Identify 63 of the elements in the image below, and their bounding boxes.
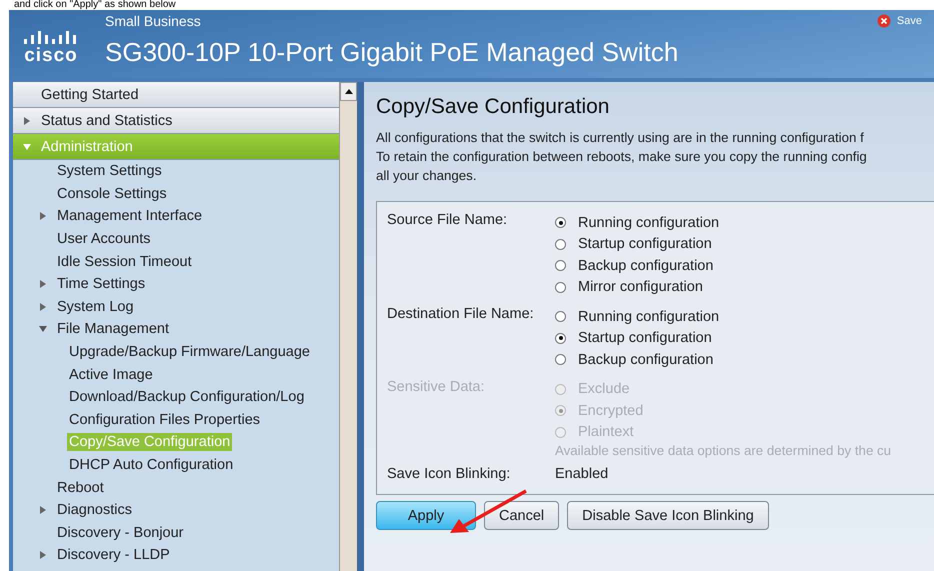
menu-item[interactable]: Upgrade/Backup Firmware/Language bbox=[67, 343, 312, 362]
radio-button[interactable] bbox=[555, 354, 566, 366]
radio-label: Backup configuration bbox=[578, 258, 714, 274]
field-label: Source File Name: bbox=[387, 212, 508, 230]
cisco-bars-icon bbox=[23, 30, 79, 46]
radio-button[interactable] bbox=[555, 260, 566, 272]
menu-item[interactable]: Download/Backup Configuration/Log bbox=[67, 388, 306, 406]
radio-button[interactable] bbox=[555, 217, 566, 228]
caret-right-icon[interactable] bbox=[39, 551, 47, 560]
caret-right-icon[interactable] bbox=[23, 116, 31, 124]
menu-item[interactable]: Console Settings bbox=[55, 184, 169, 203]
scrollbar[interactable] bbox=[339, 82, 357, 571]
radio-label: Running configuration bbox=[578, 308, 720, 325]
field-value: Enabled bbox=[555, 466, 608, 482]
radio-label: Startup configuration bbox=[578, 330, 712, 346]
menu-item[interactable]: Time Settings bbox=[55, 275, 148, 294]
caret-right-icon[interactable] bbox=[39, 302, 47, 311]
field-label: Save Icon Blinking: bbox=[387, 466, 512, 482]
radio-label: Backup configuration bbox=[578, 352, 714, 368]
menu-item[interactable]: Configuration Files Properties bbox=[67, 410, 262, 429]
hint-text: Available sensitive data options are determined by the cu bbox=[555, 443, 892, 458]
product-line: Small Business bbox=[105, 12, 202, 30]
caret-right-icon[interactable] bbox=[39, 212, 47, 220]
caret-right-icon[interactable] bbox=[39, 280, 47, 288]
page-title: Copy/Save Configuration bbox=[376, 94, 610, 120]
caret-right-icon[interactable] bbox=[39, 506, 47, 514]
description-line: All configurations that the switch is currently using are in the running configuration f bbox=[376, 129, 865, 147]
document-caption: and click on "Apply" as shown below bbox=[13, 0, 177, 10]
menu-item[interactable]: System Log bbox=[55, 298, 136, 316]
field-label: Sensitive Data: bbox=[387, 378, 486, 396]
radio-label: Exclude bbox=[578, 381, 630, 398]
menu-item[interactable]: Reboot bbox=[55, 478, 106, 497]
radio-button[interactable] bbox=[555, 311, 566, 322]
menu-item[interactable]: System Settings bbox=[55, 162, 164, 180]
menu-item[interactable]: Active Image bbox=[67, 366, 155, 384]
field-label: Destination File Name: bbox=[387, 306, 535, 324]
radio-button[interactable] bbox=[555, 282, 566, 293]
description-line: all your changes. bbox=[376, 167, 478, 185]
device-title: SG300-10P 10-Port Gigabit PoE Managed Switch bbox=[105, 36, 678, 69]
scroll-up-icon[interactable] bbox=[340, 82, 357, 101]
radio-label: Running configuration bbox=[578, 214, 720, 231]
close-circle-icon bbox=[876, 14, 891, 28]
menu-item[interactable]: Idle Session Timeout bbox=[55, 252, 194, 271]
radio-label: Mirror configuration bbox=[578, 279, 703, 296]
radio-label: Startup configuration bbox=[578, 236, 712, 252]
radio-label: Plaintext bbox=[578, 424, 634, 440]
menu-item[interactable]: Discovery - LLDP bbox=[55, 546, 172, 564]
radio-button[interactable] bbox=[555, 332, 566, 344]
logo-text: cisco bbox=[24, 46, 78, 66]
menu-item[interactable]: Management Interface bbox=[55, 207, 204, 226]
radio-label: Encrypted bbox=[578, 402, 644, 419]
apply-button[interactable]: Apply bbox=[376, 501, 476, 530]
action-button[interactable]: Disable Save Icon Blinking bbox=[567, 501, 769, 530]
menu-item[interactable]: User Accounts bbox=[55, 230, 152, 248]
caret-down-icon[interactable] bbox=[23, 142, 31, 150]
radio-button[interactable] bbox=[555, 238, 566, 250]
description-line: To retain the configuration between reboots, make sure you copy the running config bbox=[376, 148, 868, 166]
menu-item[interactable]: Diagnostics bbox=[55, 501, 134, 520]
action-button[interactable]: Cancel bbox=[484, 501, 560, 530]
menu-item[interactable]: Discovery - Bonjour bbox=[55, 524, 186, 542]
caret-down-icon[interactable] bbox=[39, 325, 47, 334]
menu-item[interactable]: File Management bbox=[55, 320, 172, 338]
menu-item[interactable]: DHCP Auto Configuration bbox=[67, 456, 236, 474]
